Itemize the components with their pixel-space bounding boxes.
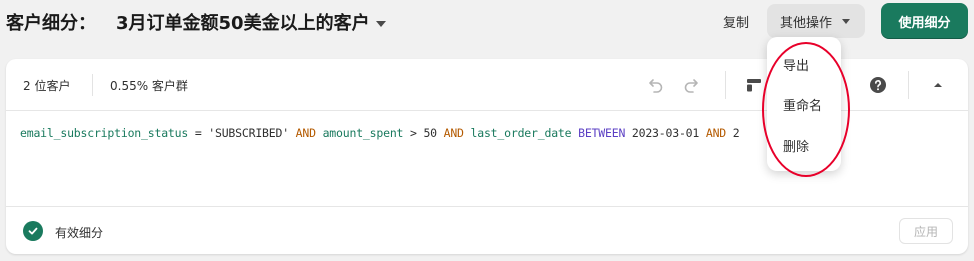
apply-button[interactable]: 应用 [899, 218, 953, 244]
menu-item-rename[interactable]: 重命名 [767, 89, 841, 119]
redo-button[interactable] [680, 73, 702, 97]
query-keyword: AND [699, 126, 733, 140]
query-date: 2 [732, 126, 740, 140]
chevron-down-icon [842, 18, 851, 24]
undo-icon [649, 79, 663, 93]
more-actions-button[interactable]: 其他操作 [767, 4, 865, 38]
divider [92, 74, 93, 96]
layout-button[interactable] [744, 74, 764, 96]
redo-icon [684, 79, 698, 93]
menu-item-delete[interactable]: 删除 [767, 130, 841, 160]
customer-percent: 0.55% 客户群 [110, 79, 188, 93]
query-operator: = [188, 126, 209, 140]
segment-name-selector[interactable]: 3月订单金额50美金以上的客户 [116, 9, 386, 35]
query-keyword: BETWEEN [571, 126, 632, 140]
menu-item-export[interactable]: 导出 [767, 49, 841, 79]
use-segment-button[interactable]: 使用细分 [881, 3, 968, 39]
valid-segment-label: 有效细分 [55, 226, 104, 240]
editor-footer: 有效细分 应用 [6, 206, 968, 254]
query-date: 2023-03-01 [631, 126, 700, 140]
query-editor[interactable]: email_subscription_status = 'SUBSCRIBED'… [20, 126, 760, 140]
query-string: 'SUBSCRIBED' [208, 126, 289, 140]
help-button[interactable] [868, 74, 888, 96]
query-keyword: AND [436, 126, 471, 140]
divider [725, 71, 726, 99]
query-field: last_order_date [470, 126, 572, 140]
customer-count: 2 位客户 [23, 79, 71, 93]
query-field: amount_spent [322, 126, 404, 140]
query-field: email_subscription_status [20, 126, 189, 140]
undo-button[interactable] [645, 73, 667, 97]
copy-button[interactable]: 复制 [712, 7, 760, 35]
layout-icon [747, 79, 761, 92]
query-operator: > [403, 126, 424, 140]
collapse-icon [934, 83, 942, 87]
more-actions-label: 其他操作 [780, 15, 833, 31]
page-title-label: 客户细分： [6, 13, 96, 34]
collapse-button[interactable] [928, 74, 948, 96]
checkmark-icon [23, 221, 43, 241]
chevron-down-icon [375, 20, 386, 27]
more-actions-menu: 导出 重命名 删除 [767, 37, 841, 171]
query-number: 50 [423, 126, 437, 140]
query-keyword: AND [288, 126, 323, 140]
segment-name: 3月订单金额50美金以上的客户 [116, 13, 370, 34]
divider [908, 71, 909, 99]
help-icon [870, 77, 886, 93]
